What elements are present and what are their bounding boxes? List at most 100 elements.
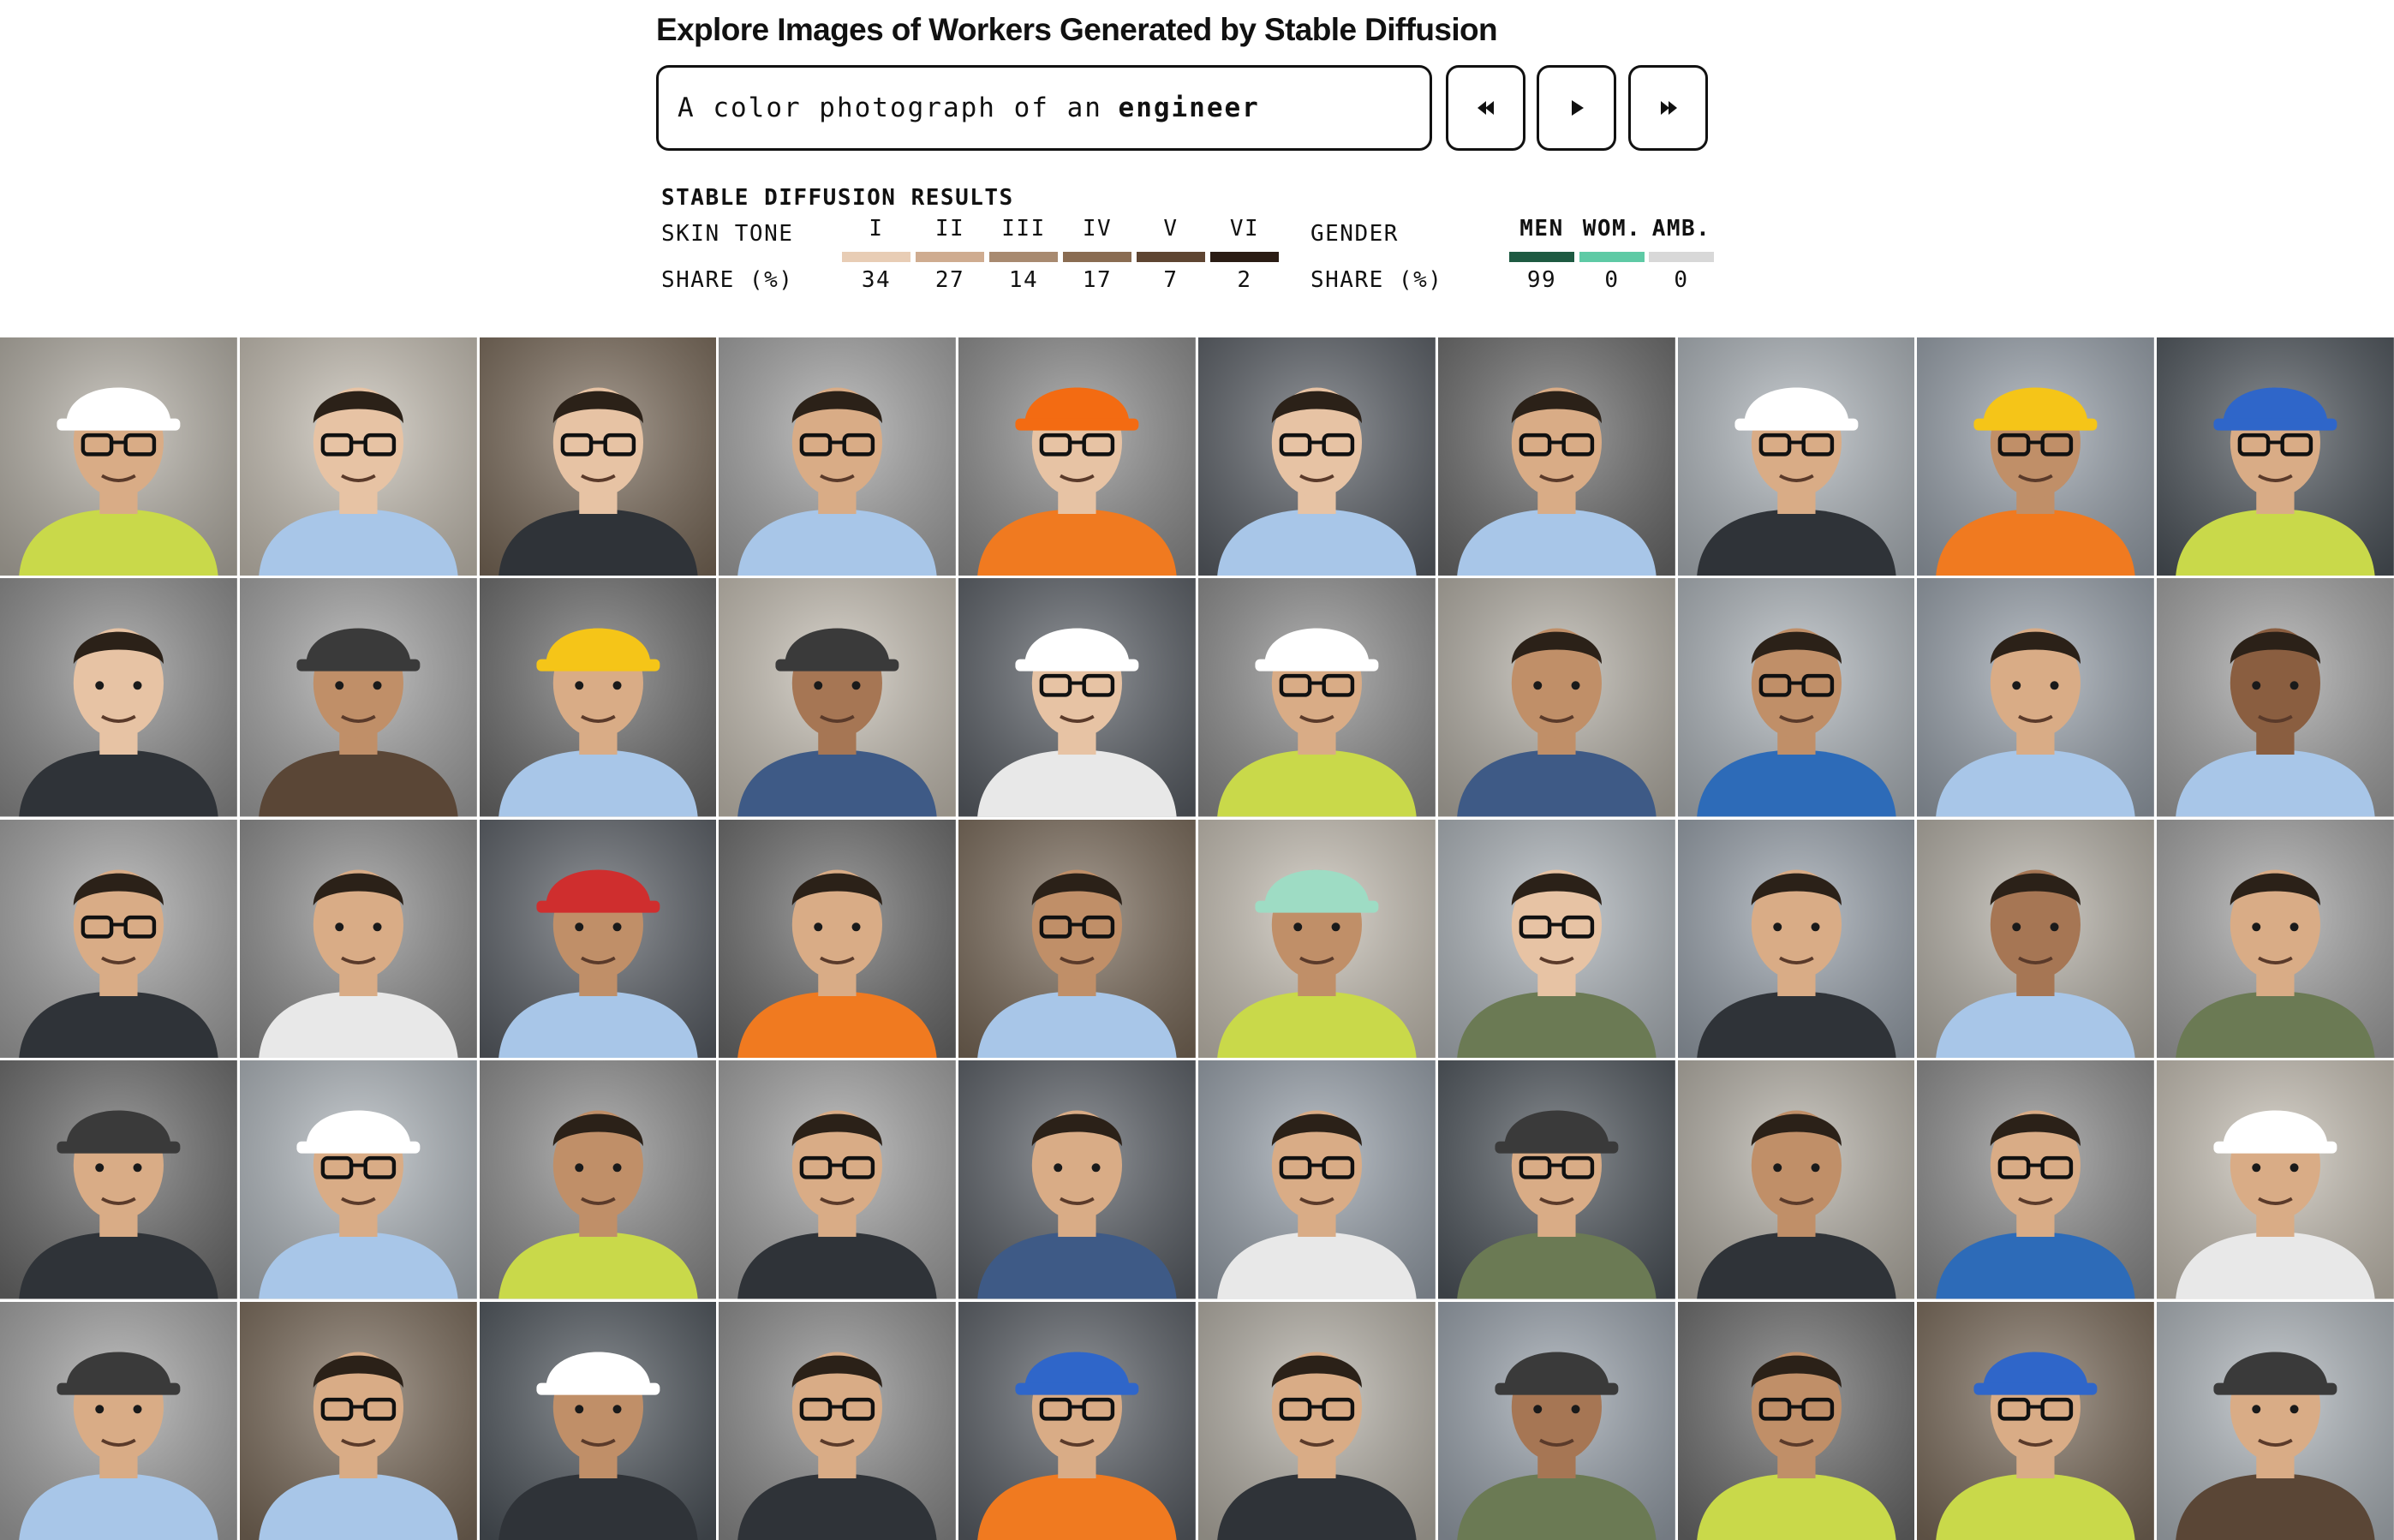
worker-image[interactable]: [1197, 337, 1436, 576]
skin-tone-cat-label: III: [1001, 216, 1046, 242]
worker-portrait: [479, 337, 717, 576]
worker-image[interactable]: [2157, 1301, 2394, 1540]
worker-image[interactable]: [1917, 578, 2155, 817]
worker-image[interactable]: [1917, 819, 2155, 1059]
worker-portrait: [719, 337, 957, 576]
worker-portrait: [719, 819, 957, 1059]
worker-image[interactable]: [719, 578, 957, 817]
worker-portrait: [1197, 1060, 1436, 1299]
play-button[interactable]: [1537, 65, 1616, 151]
worker-image[interactable]: [0, 578, 237, 817]
worker-image[interactable]: [1437, 337, 1675, 576]
worker-portrait: [719, 1060, 957, 1299]
worker-image[interactable]: [479, 819, 717, 1059]
worker-portrait: [1197, 1301, 1436, 1540]
skin-tone-swatch: [916, 252, 984, 262]
skin-tone-swatch: [1063, 252, 1131, 262]
worker-portrait: [1917, 578, 2155, 817]
worker-image[interactable]: [1917, 1060, 2155, 1299]
worker-image[interactable]: [958, 1301, 1196, 1540]
gender-swatch: [1509, 252, 1574, 262]
rewind-icon: [1477, 101, 1494, 115]
worker-portrait: [1437, 337, 1675, 576]
gender-share-value: 0: [1674, 267, 1689, 293]
worker-image[interactable]: [0, 1301, 237, 1540]
worker-image[interactable]: [1677, 578, 1915, 817]
worker-image[interactable]: [1917, 1301, 2155, 1540]
skin-tone-swatch: [842, 252, 910, 262]
worker-image[interactable]: [719, 1060, 957, 1299]
worker-image[interactable]: [2157, 1060, 2394, 1299]
worker-image[interactable]: [0, 337, 237, 576]
worker-image[interactable]: [958, 819, 1196, 1059]
skin-tone-swatch: [1137, 252, 1205, 262]
worker-image[interactable]: [1437, 1060, 1675, 1299]
skin-tone-share-label: SHARE (%): [661, 267, 794, 293]
worker-portrait: [1437, 578, 1675, 817]
worker-portrait: [1917, 819, 2155, 1059]
skin-tone-cat-label: II: [934, 216, 965, 242]
worker-image[interactable]: [1677, 1301, 1915, 1540]
worker-portrait: [0, 1060, 237, 1299]
worker-portrait: [0, 1301, 237, 1540]
skin-tone-share-value: 7: [1163, 267, 1179, 293]
worker-portrait: [1197, 578, 1436, 817]
worker-portrait: [239, 1301, 477, 1540]
worker-portrait: [719, 578, 957, 817]
worker-image[interactable]: [0, 1060, 237, 1299]
prompt-occupation: engineer: [1118, 93, 1260, 123]
worker-image[interactable]: [479, 337, 717, 576]
worker-image[interactable]: [719, 819, 957, 1059]
worker-portrait: [2157, 578, 2394, 817]
worker-image[interactable]: [1437, 578, 1675, 817]
skin-tone-cat-label: V: [1163, 216, 1179, 242]
gender-swatch: [1579, 252, 1645, 262]
worker-portrait: [0, 337, 237, 576]
skin-tone-swatch: [989, 252, 1058, 262]
worker-image[interactable]: [2157, 337, 2394, 576]
worker-image[interactable]: [1917, 337, 2155, 576]
worker-portrait: [958, 1301, 1196, 1540]
worker-image[interactable]: [2157, 819, 2394, 1059]
worker-image[interactable]: [958, 337, 1196, 576]
worker-image[interactable]: [239, 1301, 477, 1540]
worker-image[interactable]: [1677, 337, 1915, 576]
worker-image[interactable]: [479, 578, 717, 817]
worker-image[interactable]: [1197, 1060, 1436, 1299]
worker-portrait: [1677, 819, 1915, 1059]
worker-image[interactable]: [1437, 1301, 1675, 1540]
worker-portrait: [2157, 1060, 2394, 1299]
worker-portrait: [1917, 1301, 2155, 1540]
worker-image[interactable]: [239, 578, 477, 817]
worker-portrait: [1677, 578, 1915, 817]
worker-image[interactable]: [239, 1060, 477, 1299]
prompt-field[interactable]: A color photograph of an engineer: [656, 65, 1432, 151]
worker-image[interactable]: [1197, 1301, 1436, 1540]
worker-image[interactable]: [1437, 819, 1675, 1059]
worker-image[interactable]: [479, 1060, 717, 1299]
skin-tone-cat-label: I: [869, 216, 884, 242]
play-icon: [1571, 100, 1584, 116]
worker-image[interactable]: [2157, 578, 2394, 817]
worker-portrait: [958, 578, 1196, 817]
worker-portrait: [2157, 1301, 2394, 1540]
worker-image[interactable]: [958, 1060, 1196, 1299]
worker-image[interactable]: [239, 819, 477, 1059]
next-button[interactable]: [1628, 65, 1708, 151]
worker-image[interactable]: [239, 337, 477, 576]
worker-portrait: [1197, 819, 1436, 1059]
worker-image[interactable]: [1677, 819, 1915, 1059]
worker-portrait: [0, 578, 237, 817]
worker-image[interactable]: [479, 1301, 717, 1540]
worker-image[interactable]: [719, 1301, 957, 1540]
worker-portrait: [0, 819, 237, 1059]
worker-image[interactable]: [958, 578, 1196, 817]
gender-share-value: 99: [1526, 267, 1557, 293]
worker-image[interactable]: [1197, 578, 1436, 817]
worker-image[interactable]: [1677, 1060, 1915, 1299]
gender-cat-label: AMB.: [1651, 216, 1711, 242]
worker-image[interactable]: [719, 337, 957, 576]
worker-image[interactable]: [1197, 819, 1436, 1059]
worker-image[interactable]: [0, 819, 237, 1059]
previous-button[interactable]: [1446, 65, 1525, 151]
